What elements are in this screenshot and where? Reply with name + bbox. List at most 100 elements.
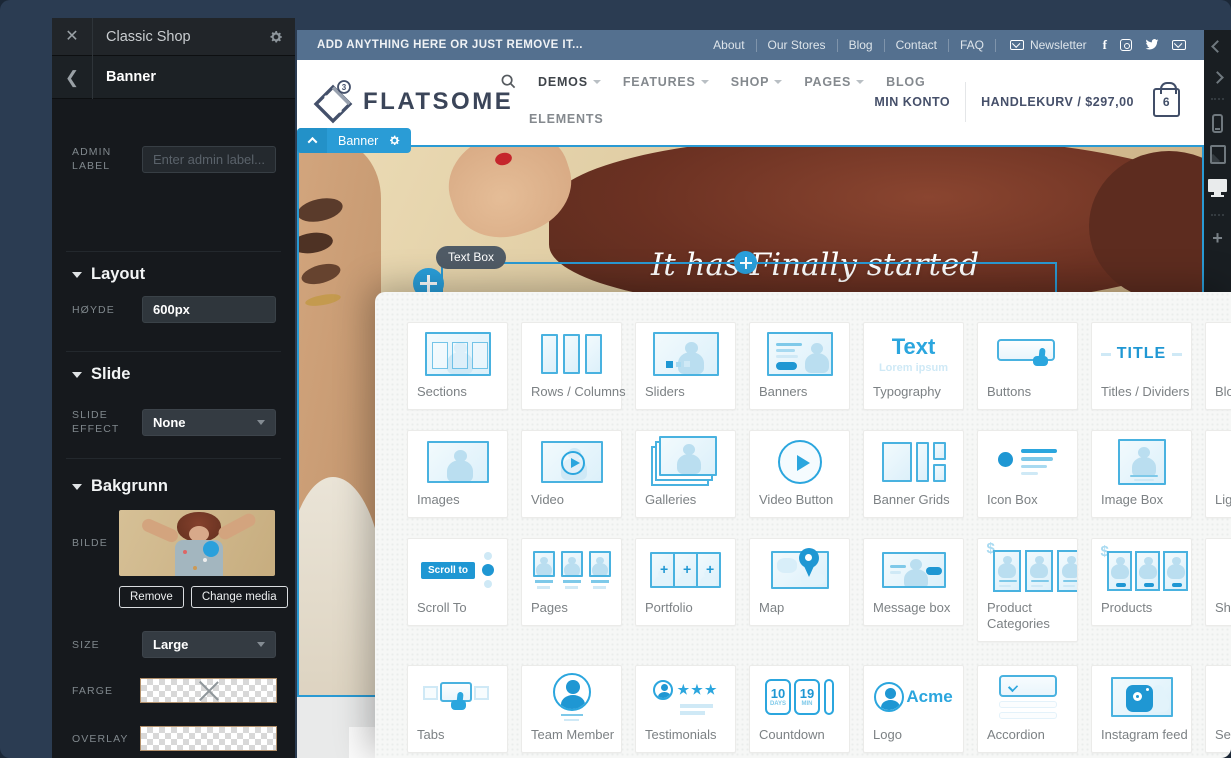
element-card-team-member[interactable]: Team Member [521,665,622,753]
element-card-logo[interactable]: Acme Logo [863,665,964,753]
element-card-accordion[interactable]: Accordion [977,665,1078,753]
element-card-galleries[interactable]: Galleries [635,430,736,518]
element-card-blog-posts[interactable]: Blog posts [1205,322,1231,410]
element-picker-modal: Sections Rows / Columns Sliders Banners … [375,292,1231,758]
size-row: SIZE Large [52,631,295,658]
back-chevron-icon[interactable]: ❮ [52,56,93,99]
farge-row: FARGE [52,678,295,703]
element-card-banner-grids[interactable]: Banner Grids [863,430,964,518]
admin-label-input[interactable] [142,146,276,173]
element-card-countdown[interactable]: 10DAYS19MIN Countdown [749,665,850,753]
element-card-sections[interactable]: Sections [407,322,508,410]
topbar-link-contact[interactable]: Contact [885,38,948,52]
element-card-portfolio[interactable]: +++ Portfolio [635,538,736,626]
menu-item-pages[interactable]: PAGES [804,75,864,89]
section-bakgrunn[interactable]: Bakgrunn [52,477,295,496]
element-card-images[interactable]: Images [407,430,508,518]
account-area: MIN KONTO HANDLEKURV / $297,00 6 [874,82,1180,122]
divider [1211,98,1224,100]
menu-item-demos[interactable]: DEMOS [538,75,601,89]
element-card-rows-columns[interactable]: Rows / Columns [521,322,622,410]
banner-headline[interactable]: It has Finally started [651,247,979,283]
element-card-lightbox[interactable]: Lightbox [1205,430,1231,518]
search-icon[interactable] [501,74,516,89]
element-card-titles-dividers[interactable]: TITLE Titles / Dividers [1091,322,1192,410]
topbar-link-about[interactable]: About [702,38,755,52]
messagebox-icon [864,539,963,597]
add-icon[interactable]: + [1212,230,1223,246]
email-icon[interactable] [1172,40,1186,50]
desktop-preview-icon[interactable] [1208,179,1227,192]
cart-link[interactable]: HANDLEKURV / $297,00 [981,95,1134,109]
portfolio-icon: +++ [636,539,735,597]
divider [66,458,281,459]
topbar-link-faq[interactable]: FAQ [949,38,995,52]
topbar-link-blog[interactable]: Blog [838,38,884,52]
element-card-share-icons[interactable]: Share icons [1205,538,1231,626]
section-layout[interactable]: Layout [52,265,295,284]
undo-chevron-left-icon[interactable] [1211,40,1224,53]
twitter-icon[interactable] [1145,39,1159,51]
background-image-thumbnail[interactable] [119,510,275,576]
element-card-message-box[interactable]: Message box [863,538,964,626]
element-card-typography[interactable]: TextLorem ipsum Typography [863,322,964,410]
change-media-button[interactable]: Change media [191,586,288,608]
element-title: Banner [93,69,156,85]
element-card-pages[interactable]: Pages [521,538,622,626]
site-logo[interactable]: 3 FLATSOME [311,78,513,126]
element-card-instagram-feed[interactable]: Instagram feed [1091,665,1192,753]
element-card-product-categories[interactable]: $ Product Categories [977,538,1078,642]
slide-effect-select[interactable]: None [142,409,276,436]
size-select[interactable]: Large [142,631,276,658]
element-row-2: Images Video Galleries Video Button Bann… [407,430,1231,518]
logo-text: FLATSOME [363,88,513,116]
add-element-button[interactable] [734,251,757,274]
element-card-label: Titles / Dividers [1092,381,1191,409]
thumb-focal-point-dot[interactable] [203,541,219,557]
min-konto-link[interactable]: MIN KONTO [874,95,950,109]
element-card-buttons[interactable]: Buttons [977,322,1078,410]
close-icon[interactable]: ✕ [52,18,93,56]
element-card-label: Product Categories [978,597,1077,641]
element-card-banners[interactable]: Banners [749,322,850,410]
element-card-video-button[interactable]: Video Button [749,430,850,518]
hoyde-input[interactable] [142,296,276,323]
banner-element-pill[interactable]: Banner [297,128,411,153]
element-card-image-box[interactable]: Image Box [1091,430,1192,518]
overlay-color-swatch[interactable] [140,726,277,751]
element-card-sliders[interactable]: Sliders [635,322,736,410]
facebook-icon[interactable]: f [1103,37,1107,53]
menu-item-features[interactable]: FEATURES [623,75,709,89]
menu-item-shop[interactable]: SHOP [731,75,783,89]
buttons-icon [978,323,1077,381]
cart-bag-icon[interactable]: 6 [1153,88,1180,117]
element-card-scroll-to[interactable]: Scroll to Scroll To [407,538,508,626]
element-card-label: Share icons [1206,597,1231,625]
pill-gear-icon[interactable] [388,134,411,147]
tablet-preview-icon[interactable] [1210,145,1226,164]
element-card-icon-box[interactable]: Icon Box [977,430,1078,518]
element-card-testimonials[interactable]: ★★★ Testimonials [635,665,736,753]
mobile-preview-icon[interactable] [1212,114,1223,133]
element-card-products[interactable]: $ Products [1091,538,1192,626]
instagram-icon[interactable] [1120,39,1132,51]
collapse-chevron-icon[interactable] [297,128,327,153]
hoyde-label: HØYDE [72,303,142,317]
element-card-video[interactable]: Video [521,430,622,518]
element-card-label: Scroll To [408,597,507,625]
element-card-search[interactable]: Search [1205,665,1231,753]
titles-icon: TITLE [1092,323,1191,381]
element-header: ❮ Banner [52,56,295,99]
gear-icon[interactable] [257,29,295,45]
remove-button[interactable]: Remove [119,586,184,608]
element-card-map[interactable]: Map [749,538,850,626]
topbar-link-our-stores[interactable]: Our Stores [757,38,837,52]
element-card-label: Message box [864,597,963,625]
redo-chevron-right-icon[interactable] [1211,71,1224,84]
menu-item-elements[interactable]: ELEMENTS [529,112,603,126]
section-slide[interactable]: Slide [52,365,295,384]
element-card-tabs[interactable]: Tabs [407,665,508,753]
farge-color-swatch[interactable] [140,678,277,703]
topbar-newsletter-link[interactable]: Newsletter [996,38,1099,52]
bannergrids-icon [864,431,963,489]
